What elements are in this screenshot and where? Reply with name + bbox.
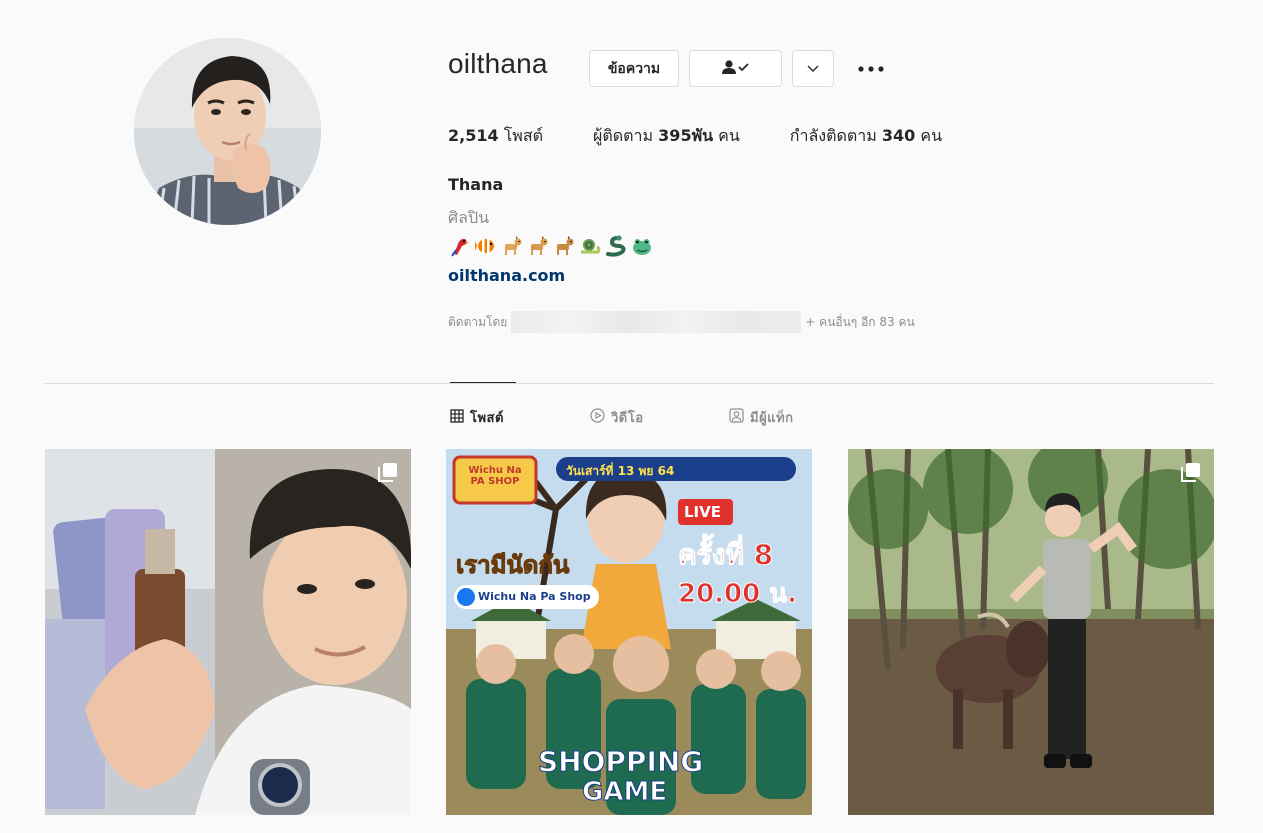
tropical-fish-emoji bbox=[474, 234, 498, 258]
post-image-buffalo bbox=[848, 449, 1214, 815]
poster-time: 20.00 น. bbox=[678, 579, 798, 610]
tag-person-icon bbox=[729, 408, 744, 427]
following-label: กำลังติดตาม bbox=[789, 126, 877, 145]
poster-game-line1: SHOPPING bbox=[537, 745, 704, 779]
poster-round: ครั้งที่ 8 bbox=[677, 538, 774, 572]
following-count[interactable]: กำลังติดตาม 340 คน bbox=[790, 124, 942, 149]
tab-tagged[interactable]: มีผู้แท็ก bbox=[729, 407, 794, 428]
profile-full-name: Thana bbox=[448, 175, 504, 194]
snail-emoji bbox=[578, 234, 602, 258]
post-thumbnail[interactable]: Wichu Na PA SHOP วันเสาร์ที่ 13 พย 64 LI… bbox=[446, 449, 812, 815]
frog-emoji bbox=[630, 234, 654, 258]
tab-posts-label: โพสต์ bbox=[470, 411, 504, 426]
live-badge: LIVE bbox=[684, 503, 721, 521]
followed-by[interactable]: ติดตามโดย + คนอื่นๆ อีก 83 คน bbox=[448, 311, 915, 333]
poster-facebook: Wichu Na Pa Shop bbox=[478, 590, 591, 603]
post-thumbnail[interactable] bbox=[45, 449, 411, 815]
profile-username: oilthana bbox=[448, 48, 548, 79]
poster-date: วันเสาร์ที่ 13 พย 64 bbox=[566, 464, 675, 478]
multiple-photos-icon bbox=[377, 461, 399, 483]
following-unit: คน bbox=[920, 126, 943, 145]
poster-game-line2: GAME bbox=[581, 777, 668, 808]
dog-emoji bbox=[552, 234, 576, 258]
poster-headline: เรามีนัดกัน bbox=[455, 551, 570, 580]
post-thumbnail[interactable] bbox=[848, 449, 1214, 815]
followers-count[interactable]: ผู้ติดตาม 395พัน คน bbox=[593, 124, 740, 149]
chevron-down-icon bbox=[806, 61, 820, 77]
parrot-emoji bbox=[448, 234, 472, 258]
blurred-follower-names bbox=[511, 311, 802, 333]
multiple-photos-icon bbox=[1180, 461, 1202, 483]
suggested-accounts-button[interactable] bbox=[792, 50, 834, 87]
shop-logo-text: Wichu Na PA SHOP bbox=[468, 465, 522, 487]
dog-emoji bbox=[526, 234, 550, 258]
followers-unit: คน bbox=[718, 126, 740, 145]
snake-emoji bbox=[604, 234, 628, 258]
profile-page: oilthana ข้อความ 2,514 โพสต์ ผู้ติดตาม 3… bbox=[0, 0, 1263, 833]
profile-category: ศิลปิน bbox=[448, 208, 490, 227]
active-tab-indicator bbox=[450, 382, 516, 383]
posts-count: 2,514 โพสต์ bbox=[448, 124, 543, 149]
profile-avatar[interactable] bbox=[134, 38, 321, 225]
avatar-image bbox=[134, 38, 321, 225]
tab-tagged-label: มีผู้แท็ก bbox=[750, 411, 794, 426]
following-value: 340 bbox=[881, 126, 916, 145]
profile-stats: 2,514 โพสต์ ผู้ติดตาม 395พัน คน กำลังติด… bbox=[448, 124, 992, 149]
play-circle-icon bbox=[590, 408, 605, 427]
followed-by-prefix: ติดตามโดย bbox=[448, 314, 508, 329]
followers-value: 395พัน bbox=[658, 126, 714, 145]
profile-website-link[interactable]: oilthana.com bbox=[448, 266, 565, 285]
posts-count-value: 2,514 bbox=[448, 126, 499, 145]
tab-posts[interactable]: โพสต์ bbox=[450, 407, 504, 428]
tab-videos[interactable]: วิดีโอ bbox=[590, 407, 644, 428]
more-options-icon[interactable] bbox=[856, 55, 886, 83]
post-image-selfie bbox=[45, 449, 411, 815]
tab-videos-label: วิดีโอ bbox=[611, 411, 644, 426]
bio-emoji-row bbox=[448, 234, 654, 258]
followed-by-suffix: + คนอื่นๆ อีก 83 คน bbox=[805, 314, 915, 329]
followers-label: ผู้ติดตาม bbox=[593, 126, 654, 145]
posts-count-label: โพสต์ bbox=[503, 126, 543, 145]
tabs-divider bbox=[45, 383, 1214, 384]
following-button[interactable] bbox=[689, 50, 782, 87]
person-check-icon bbox=[721, 59, 751, 79]
message-button[interactable]: ข้อความ bbox=[589, 50, 679, 87]
grid-icon bbox=[450, 408, 464, 427]
dog-emoji bbox=[500, 234, 524, 258]
